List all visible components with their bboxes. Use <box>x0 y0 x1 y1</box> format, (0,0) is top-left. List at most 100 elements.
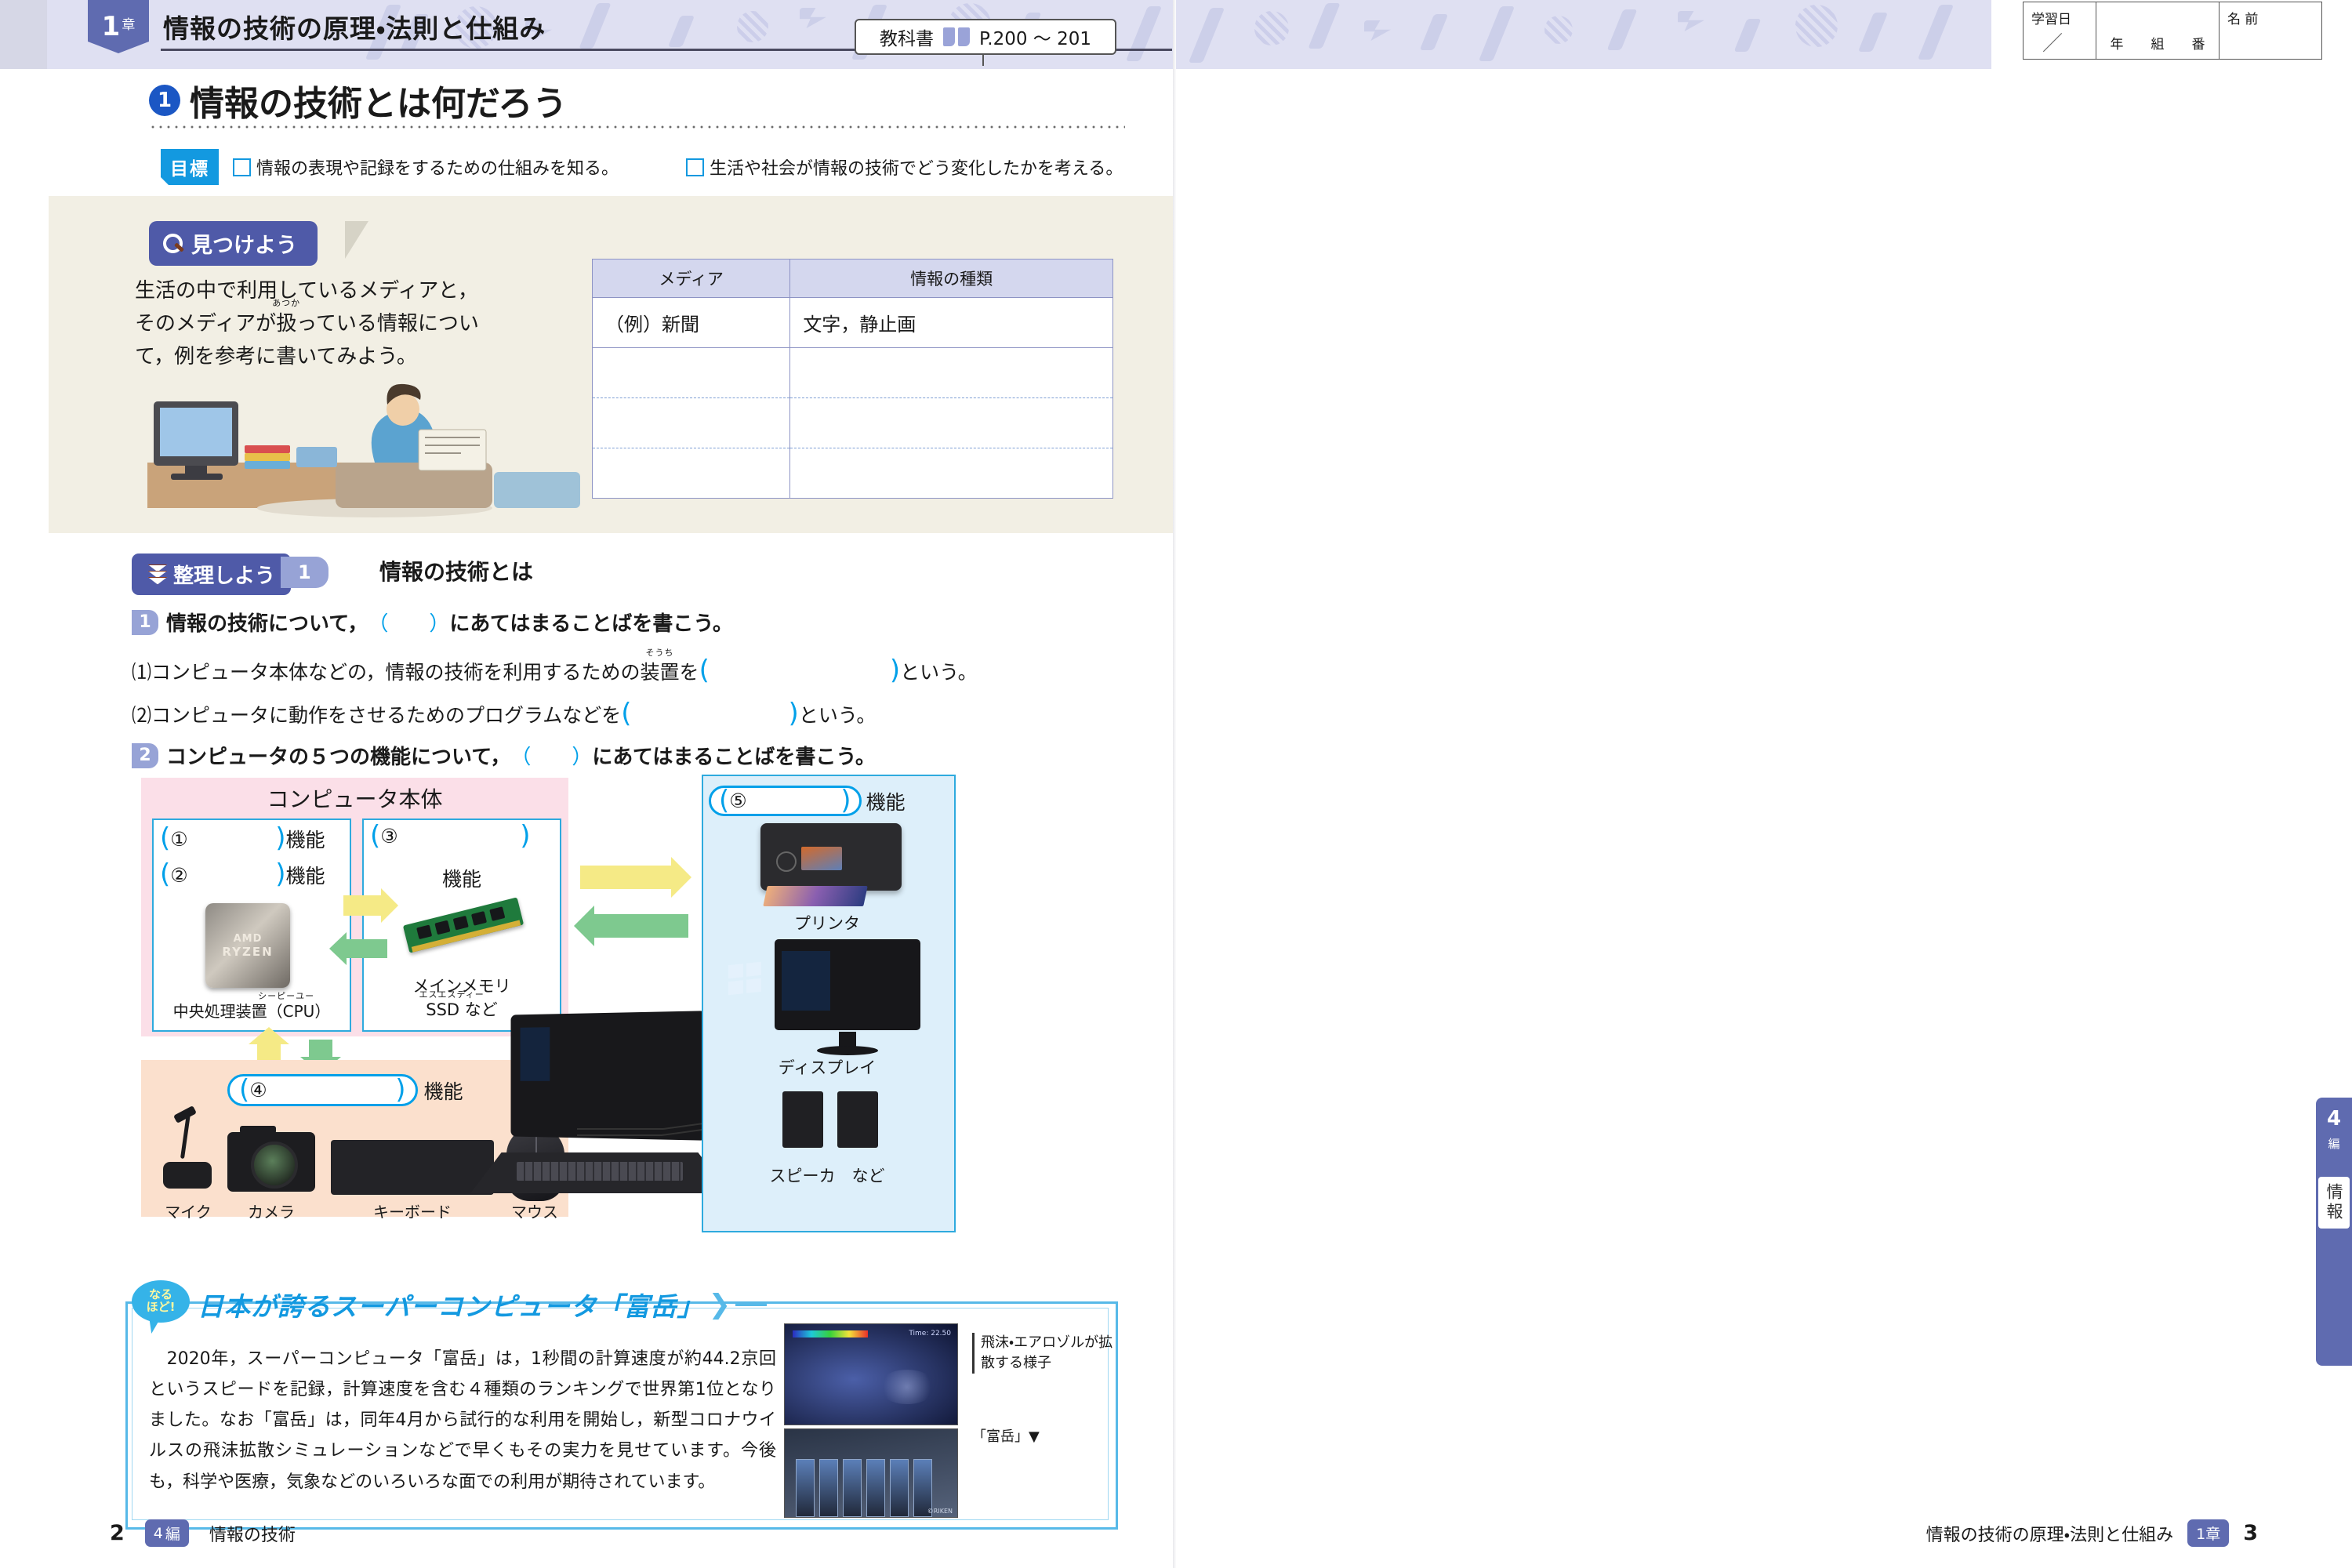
output-label-display: ディスプレイ <box>778 1058 877 1077</box>
reading-person-illustration <box>147 383 580 517</box>
study-date-label: 学習日 <box>2031 12 2071 27</box>
goal-badge: 目標 <box>161 149 219 185</box>
ruby-base-atsuka: 扱 <box>276 312 297 336</box>
organize-section-badge: 整理しよう <box>132 554 292 595</box>
student-name-cell[interactable]: 名 前 <box>2220 2 2321 59</box>
computer-body-title: コンピュータ本体 <box>267 786 443 812</box>
function-field-5[interactable]: ( ⑤ ) 機能 <box>709 786 906 816</box>
function-1-suffix: 機能 <box>285 829 325 851</box>
question-1-pre: 情報の技術について， <box>166 612 368 636</box>
objective-checkbox-1[interactable] <box>233 158 251 176</box>
class-number-cell[interactable]: 年 組 番 <box>2096 2 2220 59</box>
question-2-blank[interactable]: （ ） <box>510 741 592 770</box>
ruby-souchi: そうち 装置 <box>640 648 680 685</box>
ruby-text-atsuka: あつか <box>272 298 301 309</box>
function-5-id: ⑤ <box>729 789 747 812</box>
question-2-pre: コンピュータの５つの機能について， <box>166 746 511 769</box>
left-page-footer: 2 4 編 情報の技術 <box>110 1519 296 1547</box>
chevron-right-icon: ❯ <box>708 1289 731 1320</box>
function-field-4[interactable]: ( ④ ) 機能 <box>227 1074 463 1106</box>
photo-credit: ©RIKEN <box>927 1508 953 1515</box>
cell-media-blank-1[interactable] <box>591 347 791 398</box>
table-header-row: メディア 情報の種類 <box>591 259 1113 298</box>
date-slash: ／ <box>2042 32 2063 56</box>
item-2-pre: コンピュータに動作をさせるためのプログラムなどを <box>151 704 622 727</box>
table-row: （例）新聞 文字，静止画 <box>591 297 1113 348</box>
question-1-blank[interactable]: （ ） <box>368 608 449 637</box>
volume-badge: 4 編 <box>144 1519 189 1547</box>
find-prompt-line-2-pre: そのメディアが <box>135 312 277 336</box>
input-label-camera: カメラ <box>248 1203 295 1221</box>
student-name-table[interactable]: 学習日 ／ 年 組 番 名 前 <box>2023 2 2322 60</box>
magnifier-icon <box>163 233 183 254</box>
question-2: 2 コンピュータの５つの機能について， （ ） にあてはまることばを書こう。 <box>132 741 876 770</box>
col-header-media: メディア <box>591 259 791 298</box>
item-1-close-paren[interactable]: ) <box>890 655 900 686</box>
name-label: 名 前 <box>2227 12 2259 27</box>
cell-info-blank-3[interactable] <box>789 448 1113 499</box>
item-2-post: という。 <box>798 704 877 727</box>
cpu-box: ( ① ) 機能 ( ② ) 機能 AMD RYZEN シーピーユー 中央処理装置… <box>152 818 351 1032</box>
right-footer-title: 情報の技術の原理・法則と仕組み <box>1926 1525 2174 1545</box>
book-icon <box>942 27 970 46</box>
textbook-pages: P.200 ～ 201 <box>978 29 1092 49</box>
objective-item-2[interactable]: 生活や社会が情報の技術でどう変化したかを考える。 <box>686 154 1123 180</box>
cpu-chip-image: AMD RYZEN <box>205 903 290 988</box>
microphone-image <box>162 1105 213 1189</box>
ruby-text-cpu: シーピーユー <box>258 991 315 1001</box>
colormap-bar <box>793 1330 868 1338</box>
objective-checkbox-2[interactable] <box>686 158 705 176</box>
volume-title: 情報の技術 <box>209 1525 296 1545</box>
lesson-title-text: 情報の技術とは何だろう <box>190 84 568 124</box>
fugaku-simulation-thumbnail: Time: 22.50 <box>784 1323 958 1425</box>
input-label-keyboard: キーボード <box>373 1203 452 1221</box>
side-tab-kanji: 編 <box>2328 1137 2340 1151</box>
title-divider <box>149 125 1125 129</box>
memory-module-image <box>402 897 524 953</box>
table-row[interactable] <box>591 448 1113 499</box>
right-page-banner <box>1176 0 1991 69</box>
table-row[interactable] <box>591 347 1113 398</box>
item-1-marker: ⑴ <box>132 661 152 684</box>
camera-image <box>227 1126 315 1192</box>
textbook-reference: 教科書 P.200 ～ 201 <box>855 19 1116 55</box>
question-1-item-2: ⑵コンピュータに動作をさせるためのプログラムなどを()という。 <box>132 698 876 729</box>
printer-image <box>760 823 902 906</box>
arrow-memory-to-cpu <box>347 939 387 958</box>
organize-step-number: 1 <box>281 557 328 588</box>
objective-label-1: 情報の表現や記録をするための仕組みを知る。 <box>256 159 619 179</box>
input-label-mouse: マウス <box>511 1203 558 1221</box>
organize-badge-label: 整理しよう <box>173 564 276 588</box>
ruby-atsuka: あつか扱 <box>272 298 299 340</box>
cell-media-blank-3[interactable] <box>591 448 791 499</box>
objective-item-1[interactable]: 情報の表現や記録をするための仕組みを知る。 <box>233 154 619 180</box>
item-2-close-paren[interactable]: ) <box>789 698 799 729</box>
ruby-base-souchi: 装置 <box>640 661 680 684</box>
function-2-id: ② <box>170 863 188 887</box>
organize-heading: 情報の技術とは <box>379 559 534 585</box>
cell-info-blank-1[interactable] <box>789 347 1113 398</box>
cell-info-blank-2[interactable] <box>789 397 1113 448</box>
function-field-2[interactable]: ( ② ) 機能 <box>160 861 325 889</box>
function-2-suffix: 機能 <box>285 865 325 887</box>
item-2-open-paren[interactable]: ( <box>621 698 631 729</box>
item-1-post: という。 <box>900 661 978 684</box>
question-1-number: 1 <box>132 609 158 635</box>
question-1-item-1: ⑴コンピュータ本体などの，情報の技術を利用するための そうち 装置を()という。 <box>132 648 978 686</box>
function-1-id: ① <box>170 827 188 851</box>
output-label-printer: プリンタ <box>794 914 860 933</box>
input-label-mic: マイク <box>165 1203 212 1221</box>
left-page: 1 章 情報の技術の原理・法則と仕組み 教科書 P.200 ～ 201 1 情報… <box>0 0 1176 1568</box>
study-date-cell[interactable]: 学習日 ／ <box>2024 2 2096 59</box>
objective-label-2: 生活や社会が情報の技術でどう変化したかを考える。 <box>710 159 1123 179</box>
function-field-3[interactable]: ( ③ ) <box>370 822 531 849</box>
question-2-post: にあてはまることばを書こう。 <box>592 746 876 769</box>
keyboard-image <box>331 1140 494 1195</box>
function-field-1[interactable]: ( ① ) 機能 <box>160 825 325 853</box>
memory-box: ( ③ ) 機能 メインメモリ エスエスディー SSD など <box>362 818 561 1032</box>
ruby-cpu: シーピーユー 中央処理装置（CPU） <box>173 991 331 1022</box>
item-1-open-paren[interactable]: ( <box>699 655 710 686</box>
table-row[interactable] <box>591 397 1113 448</box>
fugaku-caption-1: 飛沫・エアロゾルが拡散する様子 <box>972 1333 1113 1374</box>
cell-media-blank-2[interactable] <box>591 397 791 448</box>
